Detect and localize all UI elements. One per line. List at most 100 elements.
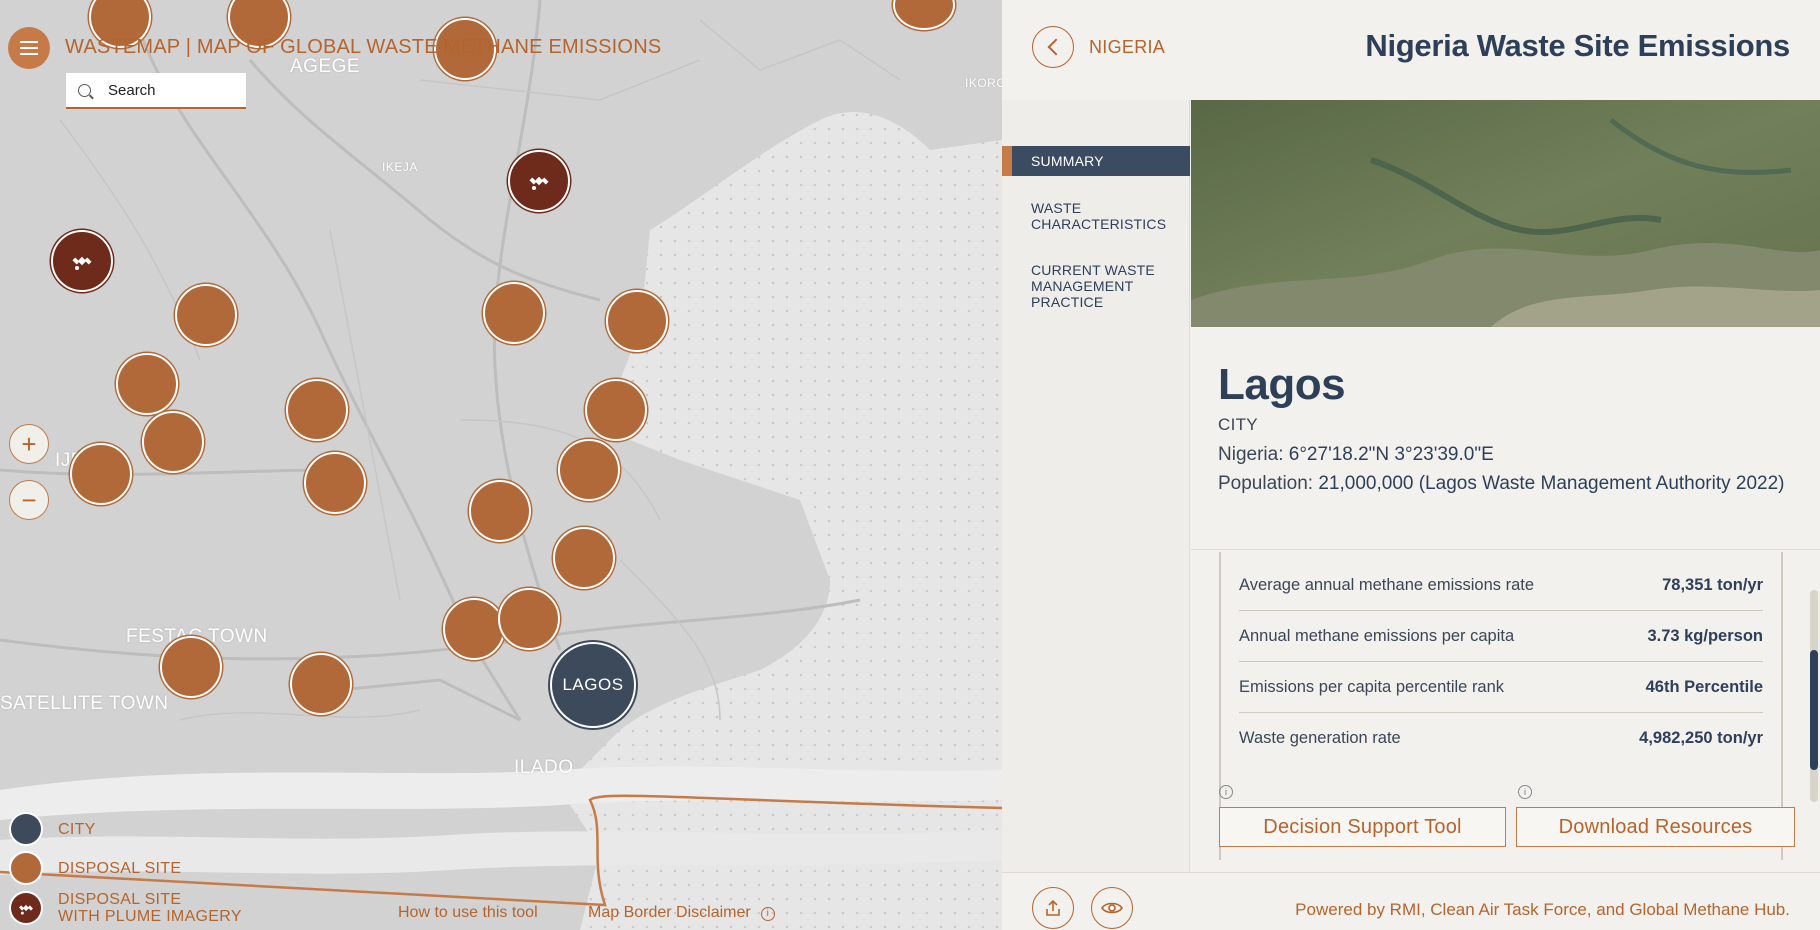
map-label-agege: AGEGE	[290, 56, 361, 77]
disposal-site-marker[interactable]	[175, 284, 237, 346]
disposal-site-marker[interactable]	[553, 527, 615, 589]
map-canvas[interactable]: AGEGE IKEJA IKORODU IJEGUN FESTAC TOWN S…	[0, 0, 1002, 930]
disposal-site-marker[interactable]	[483, 282, 545, 344]
plume-site-marker[interactable]	[508, 150, 570, 212]
map-border-disclaimer-label: Map Border Disclaimer	[588, 904, 751, 921]
satellite-image	[1191, 100, 1820, 327]
legend-disposal-swatch	[9, 851, 43, 885]
stat-label: Average annual methane emissions rate	[1239, 575, 1535, 594]
scrollbar-thumb[interactable]	[1810, 650, 1818, 770]
hamburger-icon-bar	[20, 41, 38, 43]
disposal-site-marker[interactable]	[498, 588, 560, 650]
how-to-use-link[interactable]: How to use this tool	[398, 904, 538, 922]
city-marker-label: LAGOS	[562, 675, 624, 694]
stat-value: 78,351 ton/yr	[1662, 575, 1763, 594]
map-base-layer	[0, 0, 1002, 930]
satellite-icon	[19, 904, 33, 915]
city-type-label: CITY	[1218, 415, 1258, 434]
city-population: Population: 21,000,000 (Lagos Waste Mana…	[1218, 471, 1808, 496]
disposal-site-marker[interactable]	[142, 411, 204, 473]
map-border-disclaimer-link[interactable]: Map Border Disclaimer i	[588, 904, 775, 922]
disposal-site-marker[interactable]	[290, 653, 352, 715]
disposal-site-marker[interactable]	[585, 379, 647, 441]
panel-title: Nigeria Waste Site Emissions	[1365, 28, 1790, 63]
satellite-icon	[529, 176, 549, 190]
info-icon[interactable]: i	[760, 907, 775, 921]
map-label-ikorodu: IKORODU	[965, 76, 1002, 90]
stat-value: 3.73 kg/person	[1647, 626, 1763, 645]
back-button[interactable]	[1032, 26, 1074, 68]
disposal-site-marker[interactable]	[558, 439, 620, 501]
info-icon[interactable]: i	[1219, 785, 1233, 799]
satellite-icon	[72, 256, 92, 270]
download-resources-button[interactable]: Download Resources	[1516, 807, 1795, 847]
legend-city-swatch	[9, 812, 43, 846]
disposal-site-marker[interactable]	[304, 452, 366, 514]
disposal-site-marker[interactable]	[286, 379, 348, 441]
plume-site-marker[interactable]	[51, 230, 113, 292]
map-label-ilado: ILADO	[514, 757, 574, 778]
disposal-site-marker[interactable]	[116, 353, 178, 415]
eye-icon	[1101, 902, 1123, 914]
details-panel: NIGERIA Nigeria Waste Site Emissions SUM…	[1002, 0, 1820, 930]
share-button[interactable]	[1032, 887, 1074, 929]
section-divider	[1191, 549, 1820, 550]
search-icon	[78, 83, 91, 97]
stat-label: Annual methane emissions per capita	[1239, 626, 1515, 645]
population-value: 21,000,000 (Lagos Waste Management Autho…	[1318, 473, 1785, 494]
disposal-site-marker[interactable]	[469, 480, 531, 542]
country-breadcrumb[interactable]: NIGERIA	[1089, 37, 1165, 58]
legend-plume-label: DISPOSAL SITE WITH PLUME IMAGERY	[58, 891, 242, 925]
stat-label: Waste generation rate	[1239, 729, 1401, 747]
population-label: Population:	[1218, 473, 1314, 494]
legend-plume-label-line1: DISPOSAL SITE	[58, 891, 182, 908]
legend-plume-site: DISPOSAL SITE WITH PLUME IMAGERY	[9, 891, 242, 925]
panel-header: NIGERIA Nigeria Waste Site Emissions	[1002, 0, 1820, 98]
city-marker-lagos[interactable]: LAGOS	[550, 642, 636, 728]
info-icon[interactable]: i	[1518, 785, 1532, 799]
powered-by-credit: Powered by RMI, Clean Air Task Force, an…	[1295, 900, 1790, 919]
legend-city: CITY	[9, 812, 96, 846]
summary-content: Lagos CITY Nigeria: 6°27'18.2"N 3°23'39.…	[1191, 100, 1820, 872]
chevron-left-icon	[1047, 38, 1064, 56]
search-box[interactable]	[66, 73, 246, 109]
table-row: Average annual methane emissions rate 78…	[1239, 560, 1763, 611]
table-row: Emissions per capita percentile rank 46t…	[1239, 662, 1763, 713]
zoom-out-button[interactable]: −	[9, 480, 49, 520]
coordinates-label: Nigeria:	[1218, 444, 1284, 465]
coordinates-value: 6°27'18.2"N 3°23'39.0"E	[1288, 444, 1494, 465]
hamburger-icon-bar	[20, 47, 38, 49]
section-tabs: SUMMARY WASTE CHARACTERISTICS CURRENT WA…	[1002, 100, 1190, 872]
stat-value: 4,982,250 ton/yr	[1639, 729, 1763, 747]
share-icon	[1046, 899, 1060, 916]
disposal-site-marker[interactable]	[606, 290, 668, 352]
decision-support-tool-button[interactable]: Decision Support Tool	[1219, 807, 1506, 847]
map-label-satellite-town: SATELLITE TOWN	[0, 693, 169, 714]
legend-disposal-label: DISPOSAL SITE	[58, 859, 182, 877]
search-input[interactable]	[108, 81, 228, 99]
stat-label: Emissions per capita percentile rank	[1239, 677, 1505, 696]
map-label-ikeja: IKEJA	[382, 160, 418, 174]
tab-waste-characteristics[interactable]: WASTE CHARACTERISTICS	[1031, 200, 1181, 232]
visibility-toggle-button[interactable]	[1091, 887, 1133, 929]
stats-scrollbar[interactable]	[1810, 590, 1818, 802]
panel-footer: Powered by RMI, Clean Air Task Force, an…	[1002, 872, 1820, 930]
menu-button[interactable]	[8, 27, 50, 69]
zoom-in-button[interactable]: +	[9, 424, 49, 464]
app-title: WASTEMAP | MAP OF GLOBAL WASTE METHANE E…	[65, 36, 662, 58]
table-row: Waste generation rate 4,982,250 ton/yr	[1239, 713, 1763, 764]
hamburger-icon-bar	[20, 53, 38, 55]
city-coordinates: Nigeria: 6°27'18.2"N 3°23'39.0"E	[1218, 444, 1494, 466]
app-root: AGEGE IKEJA IKORODU IJEGUN FESTAC TOWN S…	[0, 0, 1820, 930]
tab-current-waste-management-practice[interactable]: CURRENT WASTE MANAGEMENT PRACTICE	[1031, 262, 1181, 310]
tab-summary[interactable]: SUMMARY	[1002, 146, 1190, 176]
disposal-site-marker[interactable]	[443, 598, 505, 660]
legend-city-label: CITY	[58, 820, 96, 838]
stat-value: 46th Percentile	[1645, 677, 1763, 696]
city-name: Lagos	[1218, 360, 1346, 409]
table-row: Annual methane emissions per capita 3.73…	[1239, 611, 1763, 662]
legend-plume-label-line2: WITH PLUME IMAGERY	[58, 908, 242, 925]
disposal-site-marker[interactable]	[70, 443, 132, 505]
legend-disposal-site: DISPOSAL SITE	[9, 851, 181, 885]
disposal-site-marker[interactable]	[160, 636, 222, 698]
